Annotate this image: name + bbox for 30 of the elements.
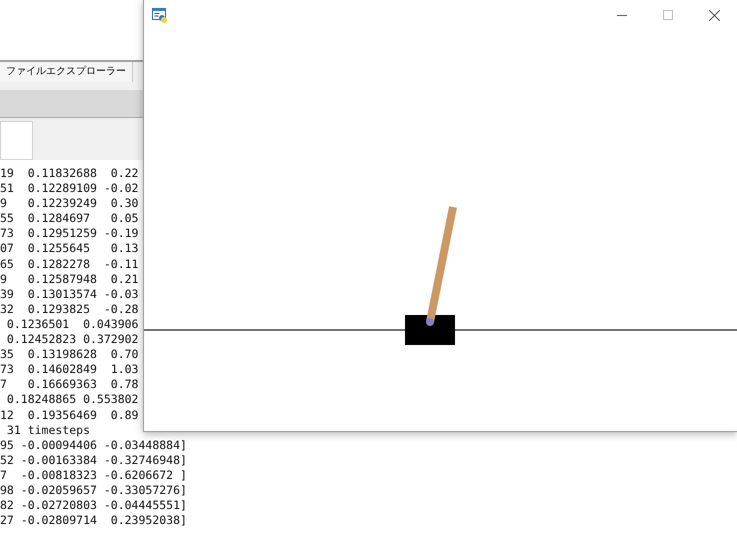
input-field[interactable] [0, 121, 33, 160]
console-line: 73 0.14602849 1.03 [0, 362, 138, 378]
close-icon [708, 10, 720, 20]
console-line: 27 -0.02809714 0.23952038] [0, 513, 187, 528]
console-line: 95 -0.00094406 -0.03448884] [0, 438, 187, 453]
console-line: 52 -0.00163384 -0.32746948] [0, 452, 187, 468]
console-line: 12 0.19356469 0.89 [0, 408, 138, 423]
console-line: 7 -0.00818323 -0.6206672 ] [0, 468, 187, 483]
console-line: 65 0.1282278 -0.11 [0, 256, 138, 272]
console-line: 51 0.12289109 -0.02 [0, 181, 138, 196]
minimize-icon [617, 14, 627, 16]
console-line: 39 0.13013574 -0.03 [0, 286, 138, 302]
console-line: 35 0.13198628 0.70 [0, 347, 138, 362]
console-line: 7 0.16669363 0.78 [0, 377, 138, 392]
tab[interactable]: ファイルエクスプローラー [0, 62, 133, 82]
console-line: 9 0.12587948 0.21 [0, 272, 138, 287]
maximize-icon [663, 10, 673, 20]
console-line: 07 0.1255645 0.13 [0, 241, 138, 257]
console-line: 98 -0.02059657 -0.33057276] [0, 482, 187, 498]
console-line: 82 -0.02720803 -0.04445551] [0, 498, 187, 514]
console-line: 32 0.1293825 -0.28 [0, 302, 138, 317]
console-line: 31 timesteps [6, 422, 90, 438]
console-line: 19 0.11832688 0.22 [0, 166, 138, 182]
console-line: 55 0.1284697 0.05 [0, 211, 138, 226]
app-icon [152, 8, 168, 22]
console-line: 9 0.12239249 0.30 [0, 196, 138, 212]
console-line: 0.1236501 0.043906 [6, 316, 138, 332]
console-line: 73 0.12951259 -0.19 [0, 226, 138, 242]
console-line: 0.12452823 0.372902 [6, 332, 138, 348]
console-line: 0.18248865 0.553802 [6, 392, 138, 408]
